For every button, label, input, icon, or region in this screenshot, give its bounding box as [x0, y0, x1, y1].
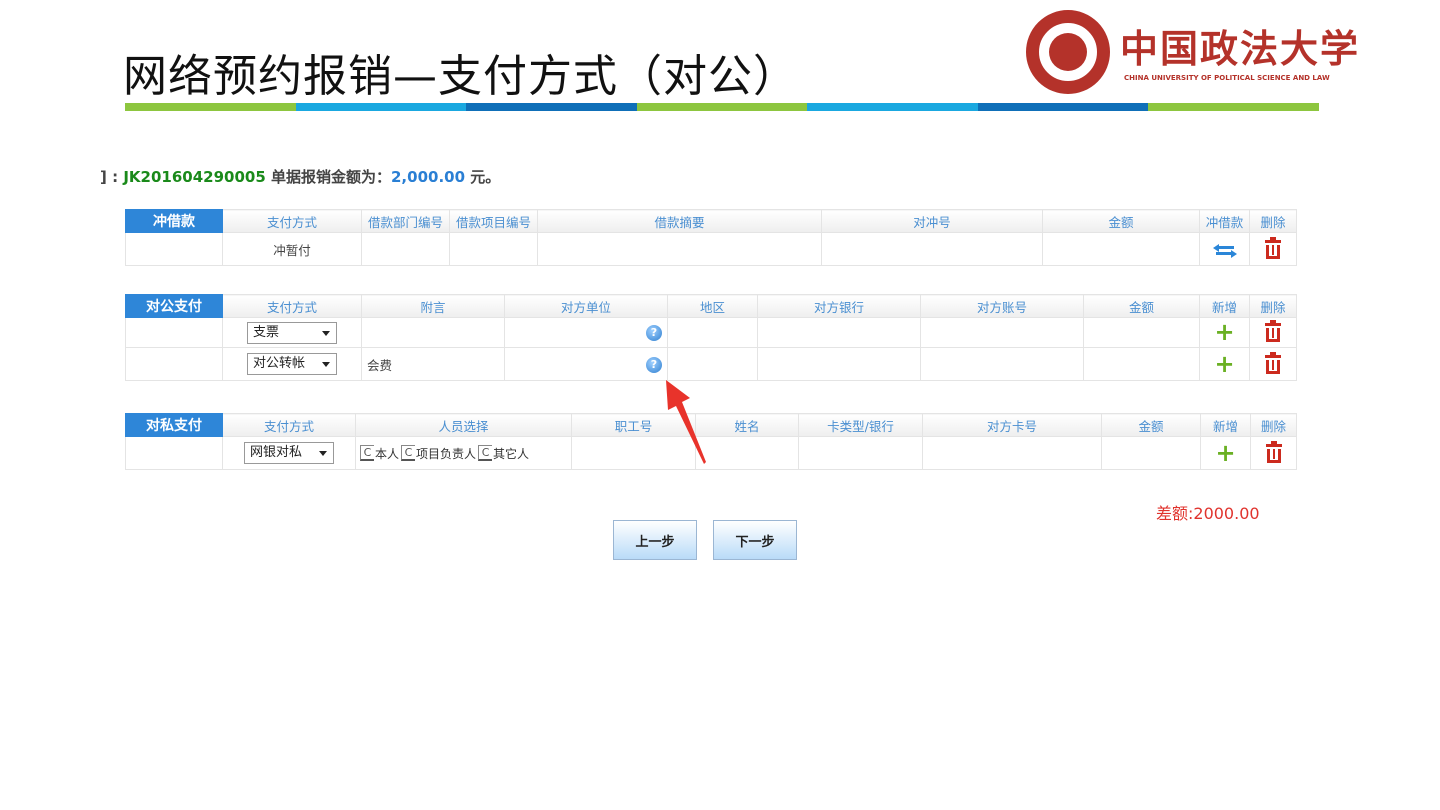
delete-button[interactable] — [1249, 232, 1297, 266]
color-bar-segment — [807, 103, 978, 111]
title-color-bar — [125, 103, 1320, 111]
prev-step-button[interactable]: 上一步 — [613, 520, 697, 560]
reimbursement-summary: ] : JK201604290005 单据报销金额为：2,000.00 元。 — [100, 166, 500, 187]
plus-icon: + — [1215, 438, 1236, 467]
radio-project-lead[interactable]: C — [401, 445, 416, 462]
column-header: 金额 — [1083, 294, 1200, 318]
column-header: 借款摘要 — [537, 209, 822, 233]
add-row-button[interactable]: + — [1199, 347, 1250, 381]
column-header: 金额 — [1042, 209, 1200, 233]
column-header: 删除 — [1250, 413, 1297, 437]
delete-button[interactable] — [1249, 347, 1297, 381]
column-header: 对冲号 — [821, 209, 1043, 233]
loan-offset-table: 冲借款 支付方式 借款部门编号 借款项目编号 借款摘要 对冲号 金额 冲借款 删… — [125, 209, 1297, 266]
difference-amount: 差额:2000.00 — [1156, 504, 1260, 523]
section-label-public: 对公支付 — [125, 294, 223, 318]
color-bar-segment — [636, 103, 808, 111]
radio-label: 其它人 — [493, 446, 530, 461]
color-bar-segment — [295, 103, 467, 111]
table-row: 支票 ? + — [125, 317, 1297, 348]
slide-title: 网络预约报销—支付方式（对公） — [123, 51, 798, 102]
column-header: 新增 — [1199, 294, 1250, 318]
column-header: 删除 — [1249, 294, 1297, 318]
color-bar-segment — [977, 103, 1149, 111]
next-step-button[interactable]: 下一步 — [713, 520, 797, 560]
counterparty-cell[interactable]: ? — [504, 317, 668, 348]
payment-method-select[interactable]: 网银对私 — [244, 442, 334, 464]
column-header: 卡类型/银行 — [798, 413, 923, 437]
column-header: 支付方式 — [222, 209, 362, 233]
add-row-button[interactable]: + — [1200, 436, 1251, 470]
delete-button[interactable] — [1249, 317, 1297, 348]
summary-amount: 2,000.00 — [391, 168, 466, 186]
person-selector: C 本人 C 项目负责人 C 其它人 — [358, 445, 529, 462]
column-header: 对方卡号 — [922, 413, 1102, 437]
trash-icon — [1265, 320, 1281, 342]
radio-self[interactable]: C — [360, 445, 374, 462]
color-bar-segment — [1148, 103, 1320, 111]
column-header: 附言 — [361, 294, 505, 318]
payment-method-text: 冲暂付 — [222, 232, 362, 266]
section-label-loan: 冲借款 — [125, 209, 223, 233]
university-logo: 中国政法大学 CHINA UNIVERSITY OF POLITICAL SCI… — [1026, 10, 1358, 98]
payment-method-select[interactable]: 对公转帐 — [247, 353, 337, 375]
help-icon[interactable]: ? — [646, 325, 662, 341]
public-payment-table: 对公支付 支付方式 附言 对方单位 地区 对方银行 对方账号 金额 新增 删除 … — [125, 294, 1297, 381]
select-value: 支票 — [253, 324, 280, 340]
select-value: 网银对私 — [250, 445, 303, 460]
column-header: 支付方式 — [222, 294, 362, 318]
table-row: 冲暂付 — [125, 232, 1297, 266]
column-header: 借款部门编号 — [361, 209, 450, 233]
summary-prefix: ] : — [100, 168, 124, 186]
offset-loan-button[interactable] — [1199, 232, 1250, 266]
trash-icon — [1265, 236, 1281, 259]
column-header: 对方单位 — [504, 294, 668, 318]
color-bar-segment — [125, 103, 296, 111]
chevron-down-icon — [319, 451, 327, 456]
column-header: 冲借款 — [1199, 209, 1250, 233]
column-header: 金额 — [1101, 413, 1201, 437]
column-header: 删除 — [1249, 209, 1297, 233]
radio-other[interactable]: C — [478, 445, 493, 462]
note-cell[interactable]: 会费 — [361, 347, 505, 381]
plus-icon: + — [1214, 318, 1235, 346]
help-icon[interactable]: ? — [646, 356, 662, 373]
radio-label: 本人 — [375, 446, 400, 461]
column-header: 新增 — [1200, 413, 1251, 437]
column-header: 人员选择 — [355, 413, 572, 437]
color-bar-segment — [466, 103, 637, 111]
annotation-arrow — [666, 380, 706, 464]
summary-suffix: 元。 — [465, 168, 501, 186]
counterparty-cell[interactable]: ? — [504, 347, 668, 381]
summary-label: 单据报销金额为： — [265, 168, 391, 186]
column-header: 对方银行 — [757, 294, 921, 318]
note-cell[interactable] — [361, 317, 505, 348]
logo-chinese-name: 中国政法大学 — [1120, 26, 1361, 71]
payment-method-select[interactable]: 支票 — [247, 321, 337, 344]
column-header: 对方账号 — [920, 294, 1084, 318]
add-row-button[interactable]: + — [1199, 317, 1250, 348]
plus-icon: + — [1214, 349, 1235, 378]
logo-english-name: CHINA UNIVERSITY OF POLITICAL SCIENCE AN… — [1124, 74, 1330, 82]
radio-label: 项目负责人 — [416, 446, 477, 461]
column-header: 借款项目编号 — [449, 209, 538, 233]
section-label-private: 对私支付 — [125, 413, 223, 437]
trash-icon — [1265, 440, 1282, 463]
column-header: 支付方式 — [222, 413, 356, 437]
doc-number: JK201604290005 — [123, 168, 266, 186]
swap-icon — [1212, 243, 1237, 258]
seal-icon — [1026, 10, 1110, 94]
select-value: 对公转帐 — [253, 356, 306, 371]
chevron-down-icon — [322, 362, 330, 367]
chevron-down-icon — [322, 330, 330, 336]
delete-button[interactable] — [1250, 436, 1297, 470]
trash-icon — [1265, 351, 1281, 374]
column-header: 地区 — [667, 294, 758, 318]
